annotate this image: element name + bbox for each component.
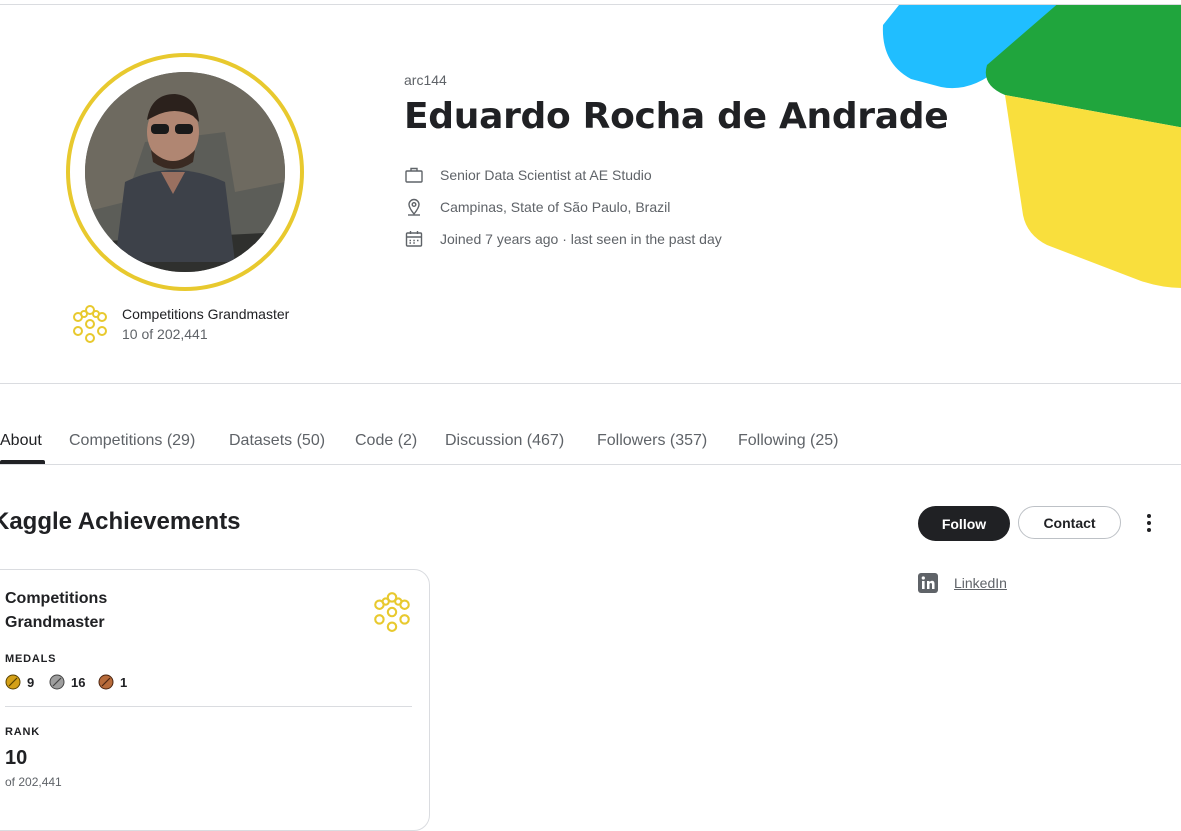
tab-about[interactable]: About xyxy=(0,432,42,450)
bronze-medal-icon xyxy=(98,674,114,690)
joined-row: Joined 7 years ago · last seen in the pa… xyxy=(404,228,722,250)
tab-datasets[interactable]: Datasets (50) xyxy=(229,432,325,450)
joined-text: Joined 7 years ago · last seen in the pa… xyxy=(440,231,722,247)
silver-medal-icon xyxy=(49,674,65,690)
tab-code[interactable]: Code (2) xyxy=(355,432,417,450)
achievement-divider xyxy=(5,706,412,707)
linkedin-icon xyxy=(918,573,938,593)
tier-rank: 10 of 202,441 xyxy=(122,326,208,342)
silver-medal-count: 16 xyxy=(49,674,85,690)
tab-following[interactable]: Following (25) xyxy=(738,432,838,450)
rank-label: RANK xyxy=(5,726,40,738)
briefcase-icon xyxy=(405,167,423,183)
avatar[interactable] xyxy=(85,72,285,272)
grandmaster-tier-icon xyxy=(374,592,410,632)
tab-followers[interactable]: Followers (357) xyxy=(597,432,707,450)
location-pin-icon xyxy=(408,198,420,216)
silver-medal-value: 16 xyxy=(71,674,86,690)
calendar-icon xyxy=(405,231,423,247)
location-text: Campinas, State of São Paulo, Brazil xyxy=(440,199,671,215)
tabs-divider xyxy=(0,464,1181,465)
full-name: Eduardo Rocha de Andrade xyxy=(404,96,949,137)
occupation-text: Senior Data Scientist at AE Studio xyxy=(440,167,652,183)
gold-medal-icon xyxy=(5,674,21,690)
medals-label: MEDALS xyxy=(5,653,57,665)
location-row: Campinas, State of São Paulo, Brazil xyxy=(404,196,670,218)
linkedin-link[interactable]: LinkedIn xyxy=(954,575,1007,591)
profile-tabs: About Competitions (29) Datasets (50) Co… xyxy=(0,424,1181,464)
follow-button[interactable]: Follow xyxy=(918,506,1010,541)
contact-button[interactable]: Contact xyxy=(1018,506,1121,539)
achievement-card-title: Competitions Grandmaster xyxy=(5,590,108,631)
bronze-medal-value: 1 xyxy=(120,674,128,690)
gold-medal-count: 9 xyxy=(5,674,34,690)
bronze-medal-count: 1 xyxy=(98,674,127,690)
achievements-section-title: Kaggle Achievements xyxy=(0,508,241,535)
gold-medal-value: 9 xyxy=(27,674,35,690)
rank-total: of 202,441 xyxy=(5,775,62,789)
tab-discussion[interactable]: Discussion (467) xyxy=(445,432,564,450)
grandmaster-tier-icon xyxy=(73,305,107,343)
tab-competitions[interactable]: Competitions (29) xyxy=(69,432,195,450)
more-vertical-icon[interactable] xyxy=(1137,511,1161,535)
tier-title: Competitions Grandmaster xyxy=(122,306,290,322)
occupation-row: Senior Data Scientist at AE Studio xyxy=(404,164,652,186)
username: arc144 xyxy=(404,72,447,88)
rank-value: 10 xyxy=(5,747,28,769)
